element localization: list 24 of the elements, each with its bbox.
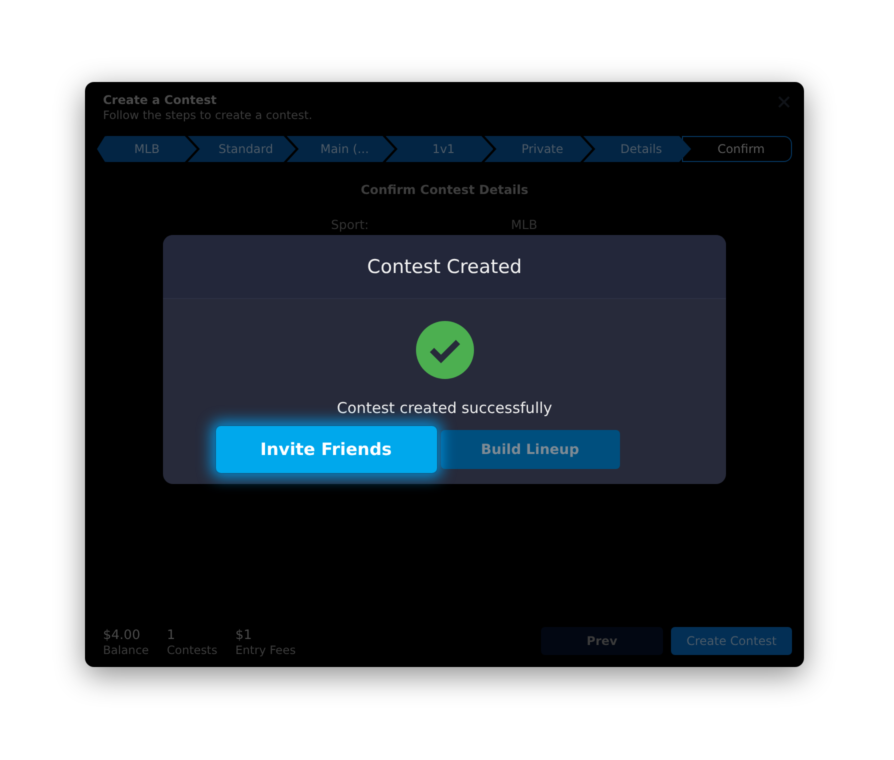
step-tab[interactable]: Private: [484, 136, 592, 162]
step-tab[interactable]: MLB: [97, 136, 197, 162]
section-heading: Confirm Contest Details: [360, 182, 530, 197]
close-icon[interactable]: [778, 96, 790, 108]
window-subtitle: Follow the steps to create a contest.: [103, 108, 312, 122]
stat-label: Entry Fees: [235, 643, 296, 657]
step-tab[interactable]: Main (...: [286, 136, 395, 162]
step-tab[interactable]: Confirm: [682, 136, 792, 162]
step-tab[interactable]: Standard: [188, 136, 296, 162]
step-tab[interactable]: Details: [583, 136, 692, 162]
create-contest-button[interactable]: Create Contest: [671, 627, 792, 655]
prev-button[interactable]: Prev: [541, 627, 663, 655]
stat-value: $1: [235, 628, 253, 643]
stat-value: 1: [166, 628, 176, 643]
stat-label: Contests: [166, 643, 218, 657]
dialog-title: Contest Created: [367, 256, 522, 278]
stat-label: Balance: [103, 643, 149, 657]
success-message: Contest created successfully: [336, 399, 552, 417]
step-tab[interactable]: 1v1: [386, 136, 494, 162]
check-circle-icon: [414, 320, 474, 380]
build-lineup-button[interactable]: Build Lineup: [440, 430, 620, 469]
stat-value: $4.00: [103, 628, 142, 643]
invite-friends-button[interactable]: Invite Friends: [214, 425, 438, 474]
window-title: Create a Contest: [103, 93, 217, 107]
